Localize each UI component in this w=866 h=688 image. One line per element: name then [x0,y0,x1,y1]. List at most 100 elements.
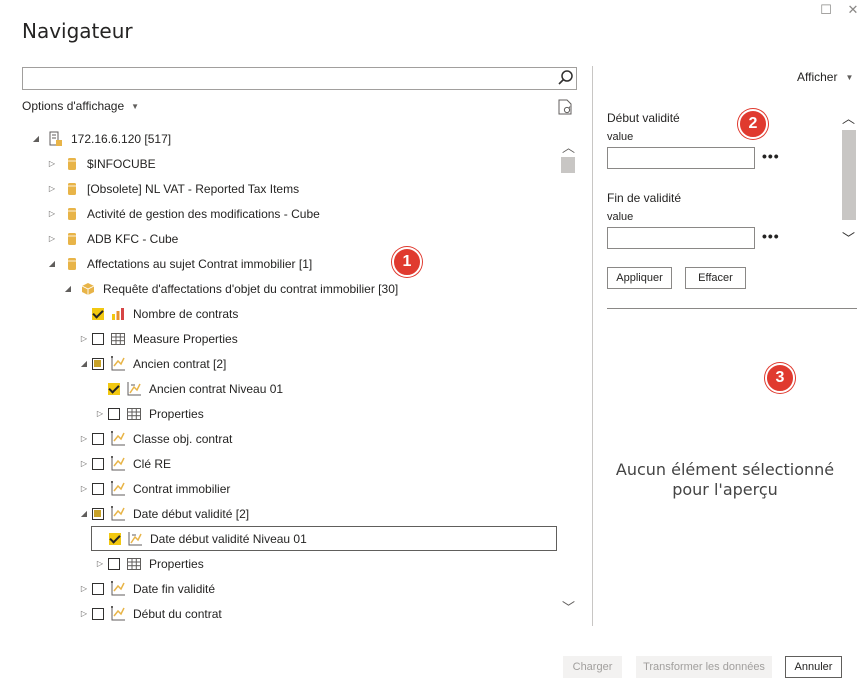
tree-item[interactable]: ▷ ADB KFC - Cube [46,226,178,251]
tree-item-label: Requête d'affectations d'objet du contra… [103,281,399,296]
param-start-sub: value [607,131,634,143]
tree-item[interactable]: Ancien contrat Niveau 01 [94,376,283,401]
collapse-triangle-icon[interactable]: ▷ [94,559,106,568]
tree-item-label: Activité de gestion des modifications - … [87,206,320,221]
tree-item-checkbox[interactable] [108,557,120,570]
cube-icon [63,256,81,272]
tree-item[interactable]: ▷ Clé RE [78,451,171,476]
tree-item-label: Clé RE [133,456,172,471]
hierarchy-level-icon [126,531,144,547]
expand-triangle-icon[interactable]: ◢ [30,134,42,143]
empty-preview-message: Aucun élément sélectionné pour l'aperçu [615,460,835,499]
tree-scroll-up-icon[interactable]: ︿ [560,137,577,155]
tree-item[interactable]: ◢ 172.16.6.120 [517] [30,126,171,151]
pane-divider [592,66,593,626]
tree-item[interactable]: Date début validité Niveau 01 [91,526,557,551]
param-scrollbar-thumb[interactable] [842,130,856,220]
close-button[interactable]: ✕ [846,2,860,17]
expand-triangle-icon[interactable]: ◢ [46,259,58,268]
collapse-triangle-icon[interactable]: ▷ [46,159,58,168]
tree-item[interactable]: ◢ Requête d'affectations d'objet du contr… [62,276,398,301]
cube-icon [63,181,81,197]
cube-icon [63,231,81,247]
expand-triangle-icon[interactable]: ◢ [78,359,90,368]
param-scroll-up-icon[interactable]: ︿ [842,108,855,127]
tree-item-checkbox[interactable] [108,407,120,420]
collapse-triangle-icon[interactable]: ▷ [46,184,58,193]
tree-item[interactable]: ▷ Contrat immobilier [78,476,230,501]
search-icon[interactable] [557,69,575,87]
tree-item[interactable]: ▷ Début du contrat [78,601,222,626]
param-end-title: Fin de validité [607,191,682,205]
bar-chart-icon [109,306,127,322]
tree-item-checkbox[interactable] [92,457,104,470]
tree-scrollbar-thumb[interactable] [561,157,575,173]
callout-badge-3: 3 [765,363,795,393]
clear-button[interactable]: Effacer [685,267,746,289]
collapse-triangle-icon[interactable]: ▷ [78,484,90,493]
collapse-triangle-icon[interactable]: ▷ [78,334,90,343]
query-icon [79,281,97,297]
tree-item-checkbox[interactable] [92,482,104,495]
tree-item-checkbox[interactable] [92,507,104,520]
window-title: Navigateur [22,19,133,43]
server-icon [47,131,65,147]
collapse-triangle-icon[interactable]: ▷ [46,234,58,243]
tree-item[interactable]: ◢ Ancien contrat [2] [78,351,226,376]
tree-item-checkbox[interactable] [92,357,104,370]
tree-item-checkbox[interactable] [92,582,104,595]
load-button[interactable]: Charger [563,656,622,678]
tree-item-checkbox[interactable] [92,432,104,445]
transform-data-button[interactable]: Transformer les données [636,656,772,678]
preview-separator [607,308,857,309]
param-end-sub: value [607,211,634,223]
collapse-triangle-icon[interactable]: ▷ [46,209,58,218]
param-end-input[interactable] [607,227,755,249]
tree-item-label: Début du contrat [133,606,222,621]
chevron-down-icon: ▼ [845,72,854,82]
collapse-triangle-icon[interactable]: ▷ [78,459,90,468]
tree-item-checkbox[interactable] [92,607,104,620]
expand-triangle-icon[interactable]: ◢ [62,284,74,293]
param-end-more-button[interactable]: ••• [762,228,780,244]
tree-scroll-down-icon[interactable]: ﹀ [560,597,577,615]
param-start-more-button[interactable]: ••• [762,148,780,164]
cancel-button[interactable]: Annuler [785,656,842,678]
cube-icon [63,156,81,172]
tree-item[interactable]: ▷ Properties [94,401,204,426]
collapse-triangle-icon[interactable]: ▷ [78,609,90,618]
maximize-button[interactable]: ☐ [819,2,833,17]
tree-item[interactable]: ▷ Properties [94,551,204,576]
tree-item-checkbox[interactable] [108,382,120,395]
param-scroll-down-icon[interactable]: ﹀ [842,228,855,247]
collapse-triangle-icon[interactable]: ▷ [78,584,90,593]
collapse-triangle-icon[interactable]: ▷ [94,409,106,418]
tree-item-label: Ancien contrat Niveau 01 [149,381,284,396]
tree-item[interactable]: ▷ Measure Properties [78,326,238,351]
tree-item[interactable]: ▷ [Obsolete] NL VAT - Reported Tax Items [46,176,299,201]
expand-triangle-icon[interactable]: ◢ [78,509,90,518]
cube-icon [63,206,81,222]
hierarchy-icon [109,356,127,372]
param-start-input[interactable] [607,147,755,169]
view-dropdown[interactable]: Afficher ▼ [797,70,853,84]
tree-item-checkbox[interactable] [109,532,121,545]
tree-item[interactable]: ▷ $INFOCUBE [46,151,156,176]
tree-item[interactable]: ▷ Classe obj. contrat [78,426,232,451]
collapse-triangle-icon[interactable]: ▷ [78,434,90,443]
apply-button[interactable]: Appliquer [607,267,672,289]
tree-item[interactable]: Nombre de contrats [78,301,238,326]
tree-item-checkbox[interactable] [92,332,104,345]
table-icon [125,556,143,572]
display-options-dropdown[interactable]: Options d'affichage ▼ [22,99,139,113]
tree-item[interactable]: ▷ Date fin validité [78,576,215,601]
refresh-preview-icon[interactable] [558,99,572,115]
hierarchy-icon [109,431,127,447]
tree-item[interactable]: ▷ Activité de gestion des modifications -… [46,201,320,226]
tree-item-checkbox[interactable] [92,307,104,320]
display-options-label: Options d'affichage [22,99,125,113]
tree-item[interactable]: ◢ Affectations au sujet Contrat immobilie… [46,251,312,276]
navigator-tree: ◢ 172.16.6.120 [517] ▷ $INFOCUBE ▷ [Obsolete]… [0,126,560,626]
tree-item[interactable]: ◢ Date début validité [2] [78,501,249,526]
search-input[interactable] [22,67,577,90]
